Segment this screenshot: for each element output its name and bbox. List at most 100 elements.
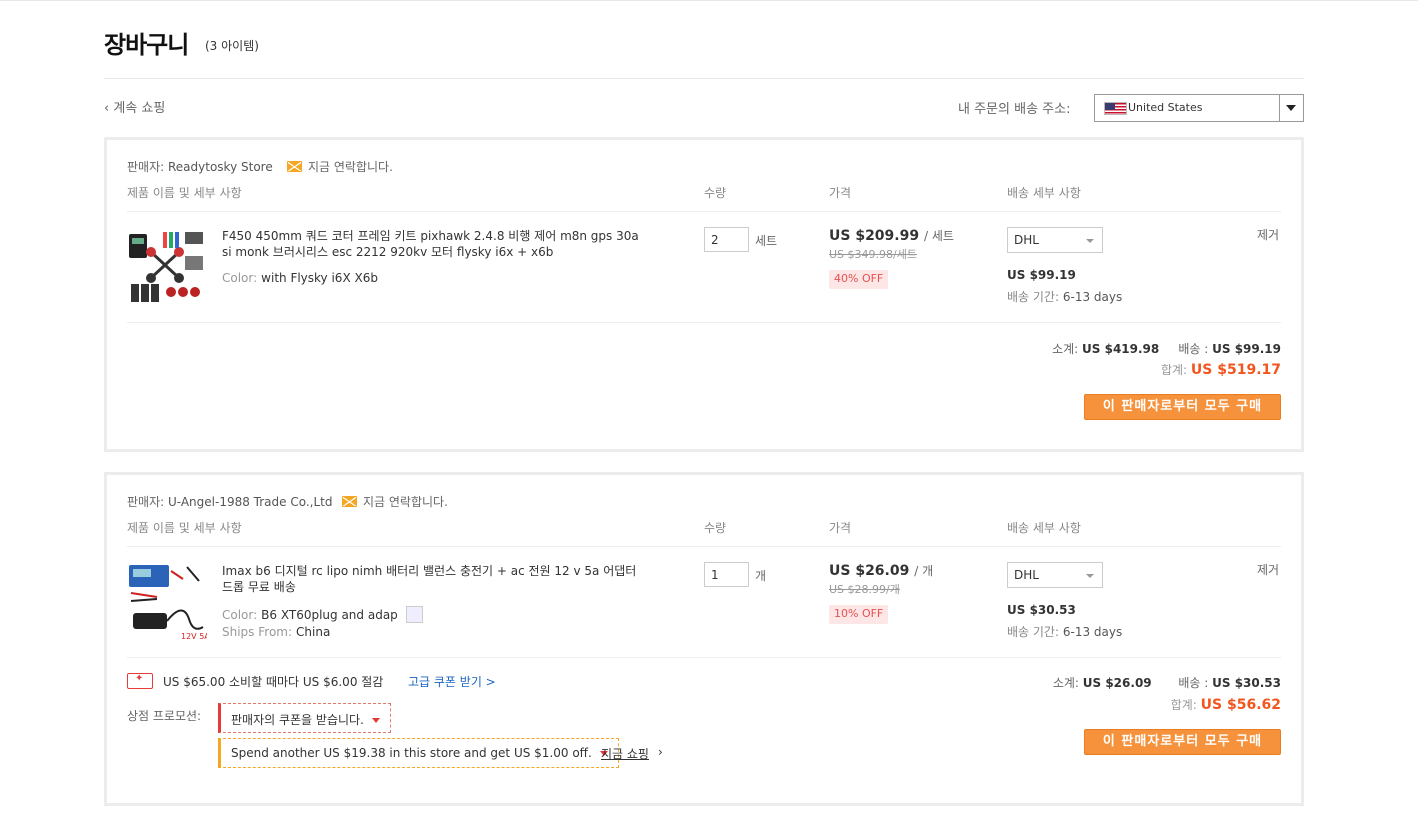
page-title: 장바구니 [104,31,189,59]
store-card: 판매자: U-Angel-1988 Trade Co.,Ltd 지금 연락합니다… [104,472,1304,806]
color-value: with Flysky i6X X6b [261,271,378,285]
shipping-total-label: 배송 : [1178,676,1209,690]
shipping-total-value: US $99.19 [1212,342,1281,356]
original-price: US $28.99/개 [829,583,900,596]
buy-all-from-seller-button[interactable]: 이 판매자로부터 모두 구매 [1084,394,1281,420]
store-total: 합계: US $519.17 [1161,361,1281,378]
price-per-unit: / 세트 [923,229,954,243]
quantity-unit: 세트 [755,234,778,248]
remove-button[interactable]: 제거 [1257,561,1279,578]
chevron-down-icon[interactable] [1279,95,1303,121]
coupon-icon [127,673,153,689]
envelope-icon [342,496,357,507]
total-value: US $56.62 [1200,697,1281,713]
col-header-product: 제품 이름 및 세부 사항 [127,521,242,535]
spend-promo-dropdown[interactable]: Spend another US $19.38 in this store an… [218,738,619,768]
item-count: (3 아이템) [205,39,259,53]
ship-to-label: 내 주문의 배송 주소: [958,102,1071,117]
delivery-days: 6-13 days [1062,290,1123,304]
col-header-price: 가격 [829,186,852,200]
col-header-quantity: 수량 [704,186,727,200]
seller-name[interactable]: Readytosky Store [168,160,273,174]
total-label: 합계: [1160,363,1188,377]
item-divider [127,322,1281,323]
continue-shopping-link[interactable]: ‹ 계속 쇼핑 [104,97,165,116]
seller-label: 판매자: [127,160,165,174]
original-price: US $349.98/세트 [829,248,917,261]
quantity-input[interactable] [704,562,749,587]
col-header-quantity: 수량 [704,521,727,535]
product-color: Color: B6 XT60plug and adap [222,606,423,623]
top-divider [0,0,1418,2]
discount-badge: 10% OFF [829,605,889,624]
product-title[interactable]: F450 450mm 쿼드 코터 프레임 키트 pixhawk 2.4.8 비행… [222,228,647,260]
store-promotion-label: 상점 프로모션: [127,709,202,723]
subtotal-value: US $26.09 [1082,676,1152,690]
col-header-shipping: 배송 세부 사항 [1007,521,1081,535]
contact-seller-link[interactable]: 지금 연락합니다. [342,493,448,510]
chevron-right-icon: › [658,745,663,759]
shipping-cost: US $30.53 [1007,603,1076,617]
delivery-time: 배송 기간: 6-13 days [1007,288,1122,305]
unit-price: US $209.99 / 세트 [829,227,954,244]
total-value: US $519.17 [1190,362,1281,378]
country-select[interactable]: United States [1094,94,1304,122]
col-header-shipping: 배송 세부 사항 [1007,186,1081,200]
title-divider [104,78,1304,79]
subtotal-label: 소계: [1052,342,1079,356]
delivery-label: 배송 기간: [1007,290,1060,304]
total-label: 합계: [1170,698,1197,712]
discount-badge: 40% OFF [829,270,889,289]
store-card: 판매자: Readytosky Store 지금 연락합니다. 제품 이름 및 … [104,137,1304,452]
caret-down-icon [371,718,380,723]
contact-label: 지금 연락합니다. [363,495,448,509]
seller-name[interactable]: U-Angel-1988 Trade Co.,Ltd [168,495,333,509]
ships-from-value: China [296,625,331,639]
shipping-total-label: 배송 : [1178,342,1209,356]
subtotal-label: 소계: [1052,676,1079,690]
product-image[interactable] [127,226,207,306]
quantity-input[interactable] [704,227,749,252]
seller-coupon-dropdown[interactable]: 판매자의 쿠폰을 받습니다. [218,703,391,733]
ships-from: Ships From: China [222,625,330,639]
delivery-days: 6-13 days [1062,625,1123,639]
seller-coupon-label: 판매자의 쿠폰을 받습니다. [231,713,364,727]
shipping-method-select[interactable]: DHL [1007,562,1103,588]
coupon-text: US $65.00 소비할 때마다 US $6.00 절감 [163,675,384,689]
store-summary: 소계: US $26.09 배송 : US $30.53 [1053,674,1281,691]
envelope-icon [287,161,302,172]
unit-price: US $26.09 / 개 [829,562,933,579]
product-image[interactable]: 12V 5A [127,561,207,641]
header-divider [127,546,1281,547]
color-swatch-icon [405,606,423,623]
delivery-time: 배송 기간: 6-13 days [1007,623,1122,640]
contact-seller-link[interactable]: 지금 연락합니다. [287,158,393,175]
product-title[interactable]: Imax b6 디지털 rc lipo nimh 배터리 밸런스 충전기 + a… [222,563,647,595]
shipping-total-value: US $30.53 [1212,676,1281,690]
price-value: US $209.99 [829,228,920,244]
remove-button[interactable]: 제거 [1257,226,1279,243]
seller-info: 판매자: U-Angel-1988 Trade Co.,Ltd [127,493,333,510]
color-value: B6 XT60plug and adap [261,608,398,622]
product-color: Color: with Flysky i6X X6b [222,271,378,285]
header-divider [127,211,1281,212]
svg-text:12V 5A: 12V 5A [181,632,207,641]
shipping-cost: US $99.19 [1007,268,1076,282]
get-coupon-link[interactable]: 고급 쿠폰 받기 > [408,673,496,690]
seller-info: 판매자: Readytosky Store [127,158,273,175]
ships-from-label: Ships From: [222,625,293,639]
buy-all-from-seller-button[interactable]: 이 판매자로부터 모두 구매 [1084,729,1281,755]
us-flag-icon [1104,102,1127,115]
country-name: United States [1128,101,1203,114]
color-label: Color: [222,608,258,622]
store-summary: 소계: US $419.98 배송 : US $99.19 [1052,340,1281,357]
item-divider [127,657,1281,658]
spend-promo-label: Spend another US $19.38 in this store an… [231,746,592,760]
price-value: US $26.09 [829,563,910,579]
shipping-method-select[interactable]: DHL [1007,227,1103,253]
shop-now-link[interactable]: 지금 쇼핑 [601,745,649,762]
subtotal-value: US $419.98 [1082,342,1160,356]
col-header-price: 가격 [829,521,852,535]
delivery-label: 배송 기간: [1007,625,1060,639]
store-total: 합계: US $56.62 [1171,696,1281,713]
